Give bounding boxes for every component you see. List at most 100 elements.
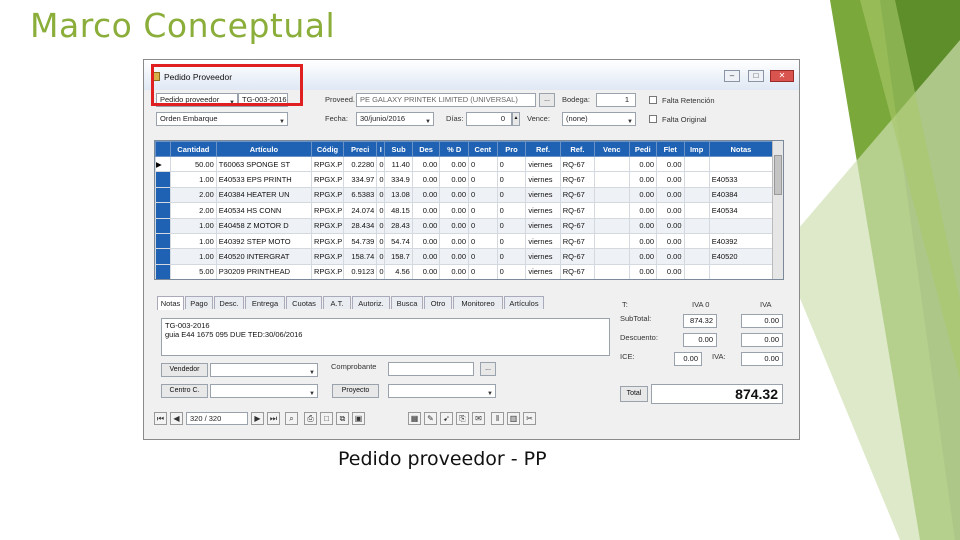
- col-header[interactable]: Artículo: [215, 141, 312, 157]
- tab-autoriz[interactable]: Autoriz.: [352, 296, 390, 309]
- binoculars-icon[interactable]: ⌕: [285, 412, 298, 425]
- table-cell[interactable]: 0.00: [628, 248, 658, 265]
- table-cell[interactable]: 334.97: [343, 171, 378, 188]
- table-cell[interactable]: 0: [496, 202, 527, 219]
- table-cell[interactable]: viernes: [525, 202, 561, 219]
- comprobante-search-button[interactable]: ...: [480, 362, 496, 376]
- table-cell[interactable]: viernes: [525, 186, 561, 204]
- row-selector[interactable]: [155, 232, 171, 250]
- dias-field[interactable]: 0: [466, 112, 512, 126]
- table-cell[interactable]: [683, 186, 710, 204]
- table-cell[interactable]: 0.00: [628, 217, 658, 234]
- table-cell[interactable]: RQ-67: [559, 155, 596, 173]
- table-cell[interactable]: 0.00: [628, 155, 658, 173]
- tab-notas[interactable]: Notas: [157, 296, 184, 310]
- col-header[interactable]: Ref.: [559, 141, 596, 157]
- table-cell[interactable]: 158.7: [384, 248, 413, 265]
- table-cell[interactable]: 13.08: [384, 186, 413, 204]
- tab-at[interactable]: A.T.: [323, 296, 351, 309]
- table-cell[interactable]: 0.9123: [343, 263, 378, 279]
- tab-monitoreo[interactable]: Monitoreo: [453, 296, 503, 309]
- table-cell[interactable]: 0.00: [628, 186, 658, 204]
- col-header[interactable]: % D: [439, 141, 470, 157]
- row-selector[interactable]: [155, 186, 171, 204]
- table-cell[interactable]: 0: [468, 171, 498, 188]
- table-row[interactable]: 1.00 E40520 INTERGRAT RPGX.P 158.74 0 158.7 0.…: [155, 248, 774, 265]
- falta-original-checkbox[interactable]: [649, 115, 657, 123]
- table-cell[interactable]: 0: [468, 263, 498, 279]
- table-cell[interactable]: 158.74: [343, 248, 378, 265]
- table-cell[interactable]: [594, 232, 630, 250]
- table-cell[interactable]: 0.00: [439, 232, 470, 250]
- table-cell[interactable]: 0: [496, 155, 527, 173]
- tab-desc[interactable]: Desc.: [214, 296, 244, 309]
- table-cell[interactable]: RQ-67: [559, 248, 596, 265]
- table-cell[interactable]: 11.40: [384, 155, 413, 173]
- proyecto-select[interactable]: ▼: [388, 384, 496, 398]
- table-cell[interactable]: 0.00: [411, 155, 441, 173]
- table-cell[interactable]: 48.15: [384, 202, 413, 219]
- table-cell[interactable]: 0: [376, 217, 386, 234]
- table-cell[interactable]: 0: [468, 248, 498, 265]
- attach-icon[interactable]: ⎘: [456, 412, 469, 425]
- table-cell[interactable]: RPGX.P: [310, 186, 345, 204]
- table-cell[interactable]: 0.00: [411, 186, 441, 204]
- table-cell[interactable]: viernes: [525, 248, 561, 265]
- table-cell[interactable]: 0: [496, 217, 527, 234]
- table-cell[interactable]: viernes: [525, 232, 561, 250]
- tab-busca[interactable]: Busca: [391, 296, 423, 309]
- table-cell[interactable]: RPGX.P: [310, 232, 345, 250]
- table-cell[interactable]: 0: [376, 232, 386, 250]
- table-cell[interactable]: RPGX.P: [310, 217, 345, 234]
- table-cell[interactable]: 0.00: [439, 202, 470, 219]
- table-cell[interactable]: T60063 SPONGE ST: [215, 155, 312, 173]
- table-cell[interactable]: 24.074: [343, 202, 378, 219]
- notes-textarea[interactable]: TG-003-2016 guia E44 1675 095 DUE TED:30…: [161, 318, 610, 356]
- table-row[interactable]: 5.00 P30209 PRINTHEAD RPGX.P 0.9123 0 4.56 0.0…: [155, 263, 774, 279]
- table-cell[interactable]: 0.00: [628, 263, 658, 279]
- table-cell[interactable]: 0: [376, 248, 386, 265]
- table-cell[interactable]: RQ-67: [559, 217, 596, 234]
- table-cell[interactable]: RPGX.P: [310, 263, 345, 279]
- table-cell[interactable]: 1.00: [169, 217, 217, 234]
- centro-costo-button[interactable]: Centro C.: [161, 384, 208, 398]
- table-cell[interactable]: 2.00: [169, 186, 217, 204]
- columns-icon[interactable]: ▥: [507, 412, 520, 425]
- table-cell[interactable]: E40520 INTERGRAT: [215, 248, 312, 265]
- centro-costo-select[interactable]: ▼: [210, 384, 318, 398]
- table-cell[interactable]: E40392 STEP MOTO: [215, 232, 312, 250]
- table-cell[interactable]: 0: [496, 232, 527, 250]
- row-selector[interactable]: [155, 217, 171, 234]
- table-cell[interactable]: [683, 155, 710, 173]
- table-cell[interactable]: viernes: [525, 171, 561, 188]
- table-cell[interactable]: E40533 EPS PRINTH: [215, 171, 312, 188]
- table-cell[interactable]: viernes: [525, 155, 561, 173]
- chart-icon[interactable]: ▦: [408, 412, 421, 425]
- table-row[interactable]: 1.00 E40458 Z MOTOR D RPGX.P 28.434 0 28.43 0.…: [155, 217, 774, 234]
- next-record-icon[interactable]: ▶: [251, 412, 264, 425]
- table-cell[interactable]: E40384 HEATER UN: [215, 186, 312, 204]
- table-cell[interactable]: 2.00: [169, 202, 217, 219]
- fecha-field[interactable]: 30/junio/2016 ▼: [356, 112, 434, 126]
- table-cell[interactable]: 0.00: [656, 155, 685, 173]
- tab-articulos[interactable]: Artículos: [504, 296, 544, 309]
- table-cell[interactable]: 0.00: [656, 186, 685, 204]
- tab-cuotas[interactable]: Cuotas: [286, 296, 322, 309]
- vendedor-select[interactable]: ▼: [210, 363, 318, 377]
- falta-retencion-checkbox[interactable]: [649, 96, 657, 104]
- proveedor-search-button[interactable]: ...: [539, 93, 555, 107]
- table-cell[interactable]: [708, 155, 774, 173]
- table-cell[interactable]: RQ-67: [559, 171, 596, 188]
- edit-icon[interactable]: ✎: [424, 412, 437, 425]
- table-cell[interactable]: 0: [376, 263, 386, 279]
- scrollbar-thumb[interactable]: [774, 155, 782, 195]
- table-cell[interactable]: E40534: [708, 202, 774, 219]
- table-row[interactable]: 1.00 E40533 EPS PRINTH RPGX.P 334.97 0 334.9 0…: [155, 171, 774, 188]
- table-row[interactable]: ▶ 50.00 T60063 SPONGE ST RPGX.P 0.2280 0 11.40…: [155, 155, 774, 173]
- table-cell[interactable]: 0: [468, 232, 498, 250]
- close-button[interactable]: ✕: [770, 70, 794, 82]
- table-cell[interactable]: 0: [376, 202, 386, 219]
- table-cell[interactable]: 0.00: [656, 202, 685, 219]
- table-cell[interactable]: 0: [376, 155, 386, 173]
- table-cell[interactable]: E40392: [708, 232, 774, 250]
